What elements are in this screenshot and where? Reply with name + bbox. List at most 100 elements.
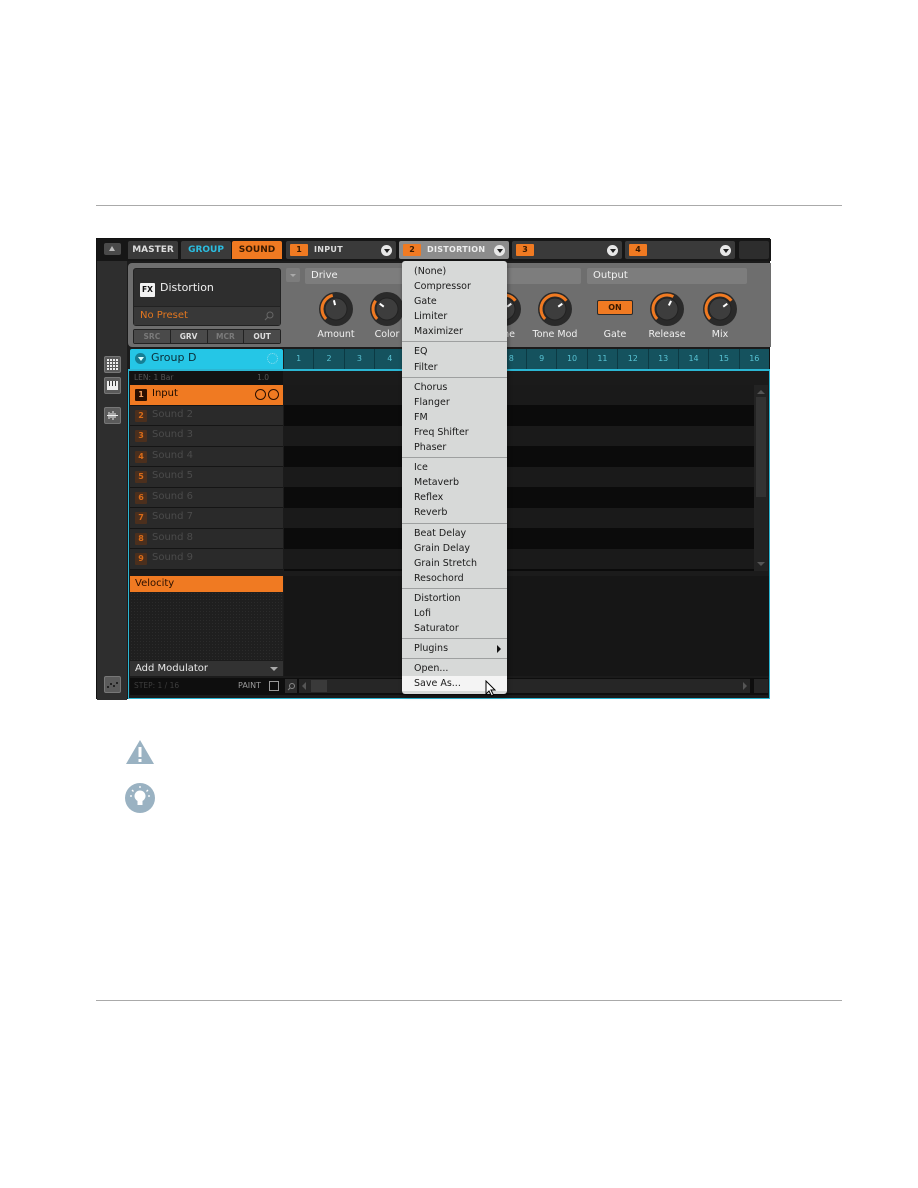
horizontal-scrollbar[interactable] — [299, 679, 750, 693]
scroll-thumb[interactable] — [311, 680, 327, 692]
step-cell[interactable]: 2 — [314, 349, 344, 369]
knob-mix[interactable] — [702, 291, 738, 327]
sample-view-button[interactable] — [104, 407, 121, 424]
step-cell[interactable]: 1 — [284, 349, 314, 369]
tab-group[interactable]: GROUP — [181, 241, 231, 259]
menu-item-lofi[interactable]: Lofi — [402, 606, 507, 621]
scroll-up-icon[interactable] — [757, 390, 765, 394]
pattern-row[interactable] — [284, 426, 754, 447]
chevron-down-icon[interactable] — [720, 245, 731, 256]
search-icon[interactable] — [264, 311, 274, 321]
scroll-left-icon[interactable] — [302, 682, 306, 690]
sound-slot[interactable]: 7 Sound 7 — [130, 508, 283, 529]
pan-knob-icon[interactable] — [268, 389, 279, 400]
sound-slot[interactable]: 4 Sound 4 — [130, 446, 283, 467]
knob-tone-mod[interactable] — [537, 291, 573, 327]
menu-item-reverb[interactable]: Reverb — [402, 505, 507, 520]
chevron-down-icon[interactable] — [607, 245, 618, 256]
sound-slot[interactable]: 2 Sound 2 — [130, 405, 283, 426]
pattern-row[interactable] — [284, 529, 754, 549]
pattern-row[interactable] — [284, 508, 754, 529]
knob-release[interactable] — [649, 291, 685, 327]
chevron-down-icon[interactable] — [135, 353, 146, 364]
page-prev-button[interactable] — [286, 268, 300, 282]
tab-sound[interactable]: SOUND — [232, 241, 282, 259]
step-grid-view-button[interactable] — [104, 356, 121, 373]
tab-out[interactable]: OUT — [244, 330, 280, 343]
menu-item-open[interactable]: Open... — [402, 661, 507, 676]
menu-item-compressor[interactable]: Compressor — [402, 279, 507, 294]
sound-slot[interactable]: 9 Sound 9 — [130, 549, 283, 570]
menu-item-distortion[interactable]: Distortion — [402, 591, 507, 606]
sound-slot[interactable]: 6 Sound 6 — [130, 487, 283, 508]
gate-on-button[interactable]: ON — [597, 300, 633, 315]
menu-item-maximizer[interactable]: Maximizer — [402, 324, 507, 339]
knob-color[interactable] — [369, 291, 405, 327]
pattern-row[interactable] — [284, 549, 754, 570]
menu-item-limiter[interactable]: Limiter — [402, 309, 507, 324]
plugin-slot-1[interactable]: 1 INPUT — [286, 241, 396, 259]
menu-item-filter[interactable]: Filter — [402, 360, 507, 375]
pattern-row[interactable] — [284, 406, 754, 426]
step-cell[interactable]: 12 — [618, 349, 648, 369]
menu-item-flanger[interactable]: Flanger — [402, 395, 507, 410]
tab-master[interactable]: MASTER — [128, 241, 178, 259]
preset-selector[interactable]: No Preset — [134, 306, 280, 325]
plugin-slot-3[interactable]: 3 — [512, 241, 622, 259]
knob-amount[interactable] — [318, 291, 354, 327]
tab-src[interactable]: SRC — [134, 330, 170, 343]
step-cell[interactable]: 9 — [527, 349, 557, 369]
plugin-slot-4[interactable]: 4 — [625, 241, 735, 259]
modulation-view-button[interactable] — [104, 676, 121, 693]
chevron-down-icon[interactable] — [381, 245, 392, 256]
sound-slot[interactable]: 8 Sound 8 — [130, 528, 283, 549]
step-cell[interactable]: 14 — [678, 349, 709, 369]
pattern-length[interactable]: LEN: 1 Bar 1.0 — [130, 371, 283, 385]
step-cell[interactable]: 15 — [709, 349, 739, 369]
scroll-down-icon[interactable] — [757, 562, 765, 566]
menu-item-gate[interactable]: Gate — [402, 294, 507, 309]
pattern-grid[interactable] — [284, 385, 754, 571]
keyboard-view-button[interactable] — [104, 377, 121, 394]
menu-item-beat-delay[interactable]: Beat Delay — [402, 526, 507, 541]
menu-item-reflex[interactable]: Reflex — [402, 490, 507, 505]
pattern-row[interactable] — [284, 447, 754, 467]
menu-item-grain-stretch[interactable]: Grain Stretch — [402, 556, 507, 571]
group-header[interactable]: Group D — [130, 349, 283, 369]
step-cell[interactable]: 13 — [648, 349, 678, 369]
menu-item-metaverb[interactable]: Metaverb — [402, 475, 507, 490]
plugin-slot-2[interactable]: 2 DISTORTION — [399, 241, 509, 259]
menu-item-fm[interactable]: FM — [402, 410, 507, 425]
step-cell[interactable]: 11 — [587, 349, 618, 369]
scroll-thumb[interactable] — [756, 397, 766, 497]
step-cell[interactable]: 10 — [557, 349, 587, 369]
menu-item-phaser[interactable]: Phaser — [402, 440, 507, 455]
step-cell[interactable]: 3 — [344, 349, 375, 369]
menu-item-freq-shifter[interactable]: Freq Shifter — [402, 425, 507, 440]
tab-mcr[interactable]: MCR — [207, 330, 244, 343]
scroll-right-icon[interactable] — [743, 682, 747, 690]
velocity-graph[interactable] — [284, 576, 769, 676]
menu-item-chorus[interactable]: Chorus — [402, 380, 507, 395]
vertical-scrollbar[interactable] — [754, 385, 768, 571]
tab-grv[interactable]: GRV — [170, 330, 207, 343]
velocity-header[interactable]: Velocity — [130, 576, 283, 592]
collapse-button[interactable] — [104, 243, 121, 255]
step-cell[interactable]: 16 — [739, 349, 769, 369]
menu-item-saturator[interactable]: Saturator — [402, 621, 507, 636]
sound-slot[interactable]: 1 Input — [130, 385, 283, 406]
menu-item-eq[interactable]: EQ — [402, 344, 507, 359]
step-cell[interactable]: 4 — [375, 349, 405, 369]
add-modulator-dropdown[interactable]: Add Modulator — [130, 661, 283, 676]
sound-slot[interactable]: 5 Sound 5 — [130, 467, 283, 488]
step-grid-select[interactable]: STEP: 1 / 16 — [134, 681, 179, 690]
menu-item-plugins[interactable]: Plugins — [402, 641, 507, 656]
zoom-button[interactable] — [285, 679, 297, 693]
volume-knob-icon[interactable] — [255, 389, 266, 400]
chevron-down-icon[interactable] — [494, 245, 505, 256]
sound-slot[interactable]: 3 Sound 3 — [130, 426, 283, 447]
paint-checkbox[interactable] — [269, 681, 279, 691]
pattern-row[interactable] — [284, 467, 754, 488]
menu-item-resochord[interactable]: Resochord — [402, 571, 507, 586]
menu-item-none[interactable]: (None) — [402, 264, 507, 279]
